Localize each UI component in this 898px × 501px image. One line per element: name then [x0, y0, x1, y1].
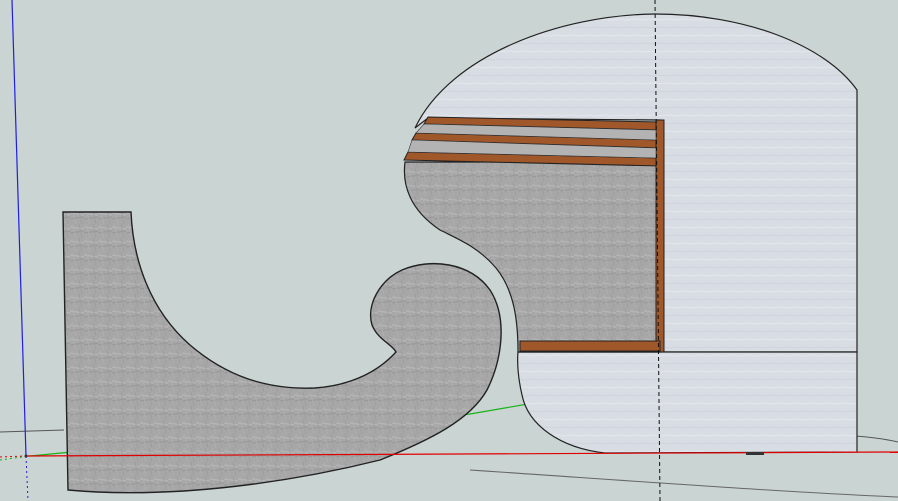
blue-axis-dotted: [25, 455, 29, 501]
blue-axis: [11, 0, 27, 457]
wood-board-bottom[interactable]: [519, 340, 661, 352]
ground-edge-bottom-right: [469, 469, 898, 498]
viewport-3d[interactable]: [0, 0, 898, 501]
ground-edge-left: [0, 429, 65, 433]
model-canvas[interactable]: [0, 0, 898, 501]
light-panel-lower[interactable]: [517, 351, 858, 454]
ground-edge-right: [854, 435, 898, 443]
axis-marker: [746, 452, 764, 455]
red-axis-dotted: [0, 455, 27, 458]
concrete-hook-left[interactable]: [62, 211, 502, 494]
axes-origin-icon: [24, 454, 28, 458]
wood-post-vertical[interactable]: [655, 119, 665, 353]
